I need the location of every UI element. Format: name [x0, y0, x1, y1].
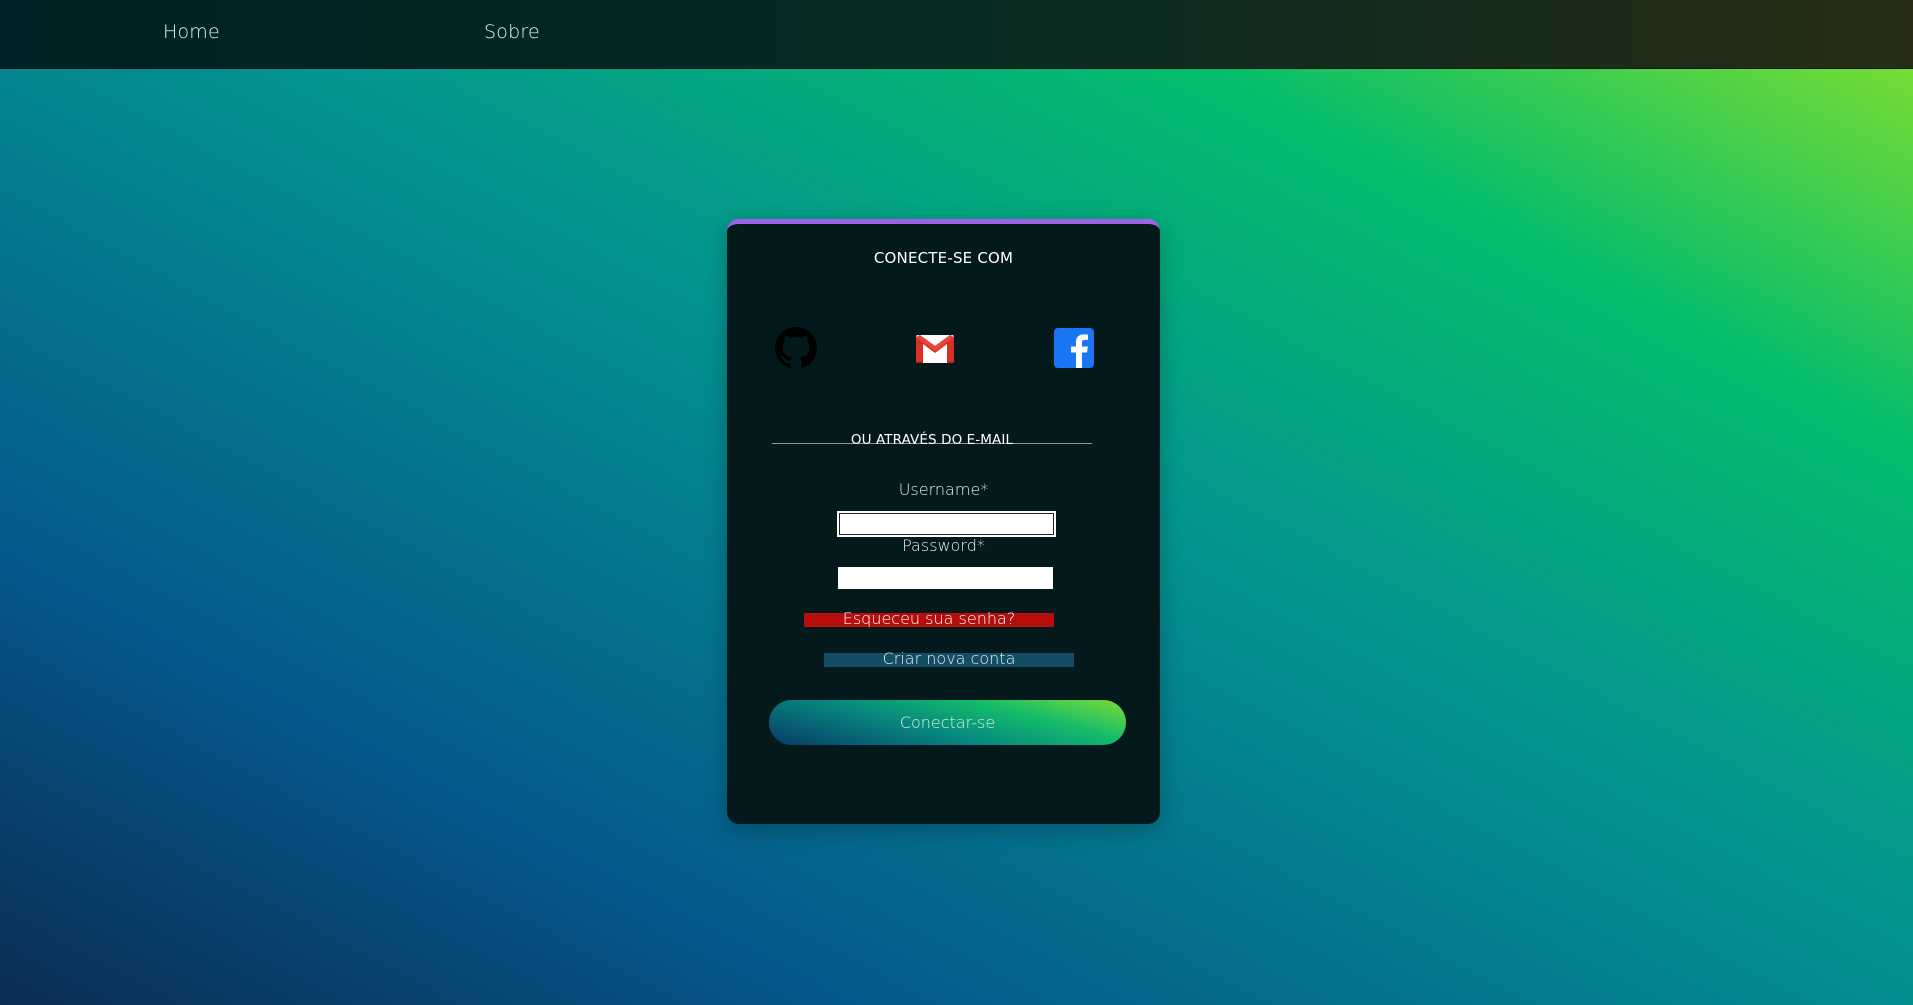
password-label: Password* [902, 536, 985, 555]
gmail-login-button[interactable] [914, 327, 956, 369]
username-input[interactable] [837, 511, 1056, 537]
github-icon [775, 327, 817, 368]
create-account-link[interactable]: Criar nova conta [824, 649, 1074, 668]
username-label: Username* [898, 480, 989, 499]
facebook-login-button[interactable] [1053, 327, 1095, 369]
divider-label: OU ATRAVÉS DO E-MAIL [850, 432, 1014, 448]
divider-text: OU ATRAVÉS DO E-MAIL [772, 432, 1092, 448]
nav-link-home[interactable]: Home [163, 21, 220, 43]
gmail-icon [916, 335, 954, 363]
github-login-button[interactable] [775, 327, 817, 369]
connect-button[interactable]: Conectar-se [769, 700, 1126, 745]
login-title: CONECTE-SE COM [873, 249, 1014, 267]
forgot-password-link[interactable]: Esqueceu sua senha? [804, 609, 1054, 628]
nav-link-sobre[interactable]: Sobre [484, 21, 540, 43]
facebook-icon [1054, 328, 1094, 368]
login-card: CONECTE-SE COM OU ATRAVÉS DO E-MAIL User… [727, 219, 1160, 824]
password-input[interactable] [838, 567, 1053, 589]
top-nav: Home Sobre [0, 0, 1913, 69]
